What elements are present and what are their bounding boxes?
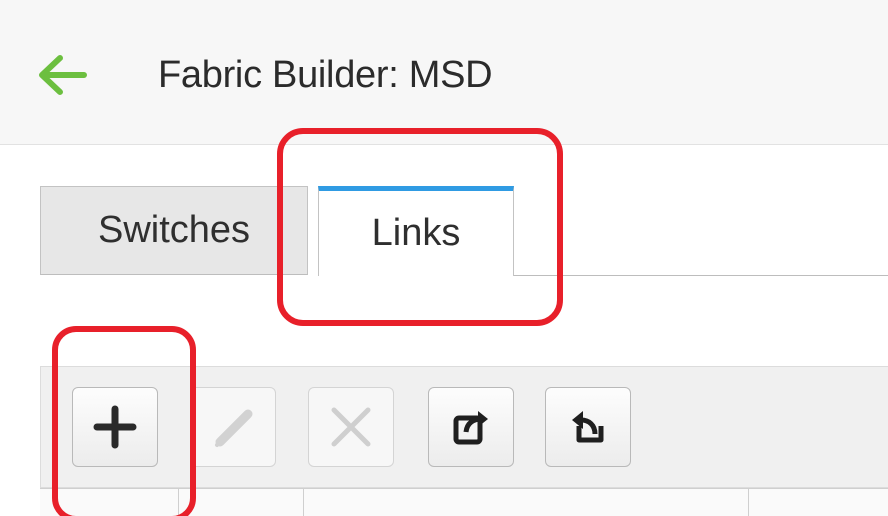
pencil-icon <box>215 409 253 447</box>
arrow-left-icon <box>39 55 87 95</box>
x-icon <box>331 407 371 447</box>
column-divider <box>178 488 179 516</box>
back-button[interactable] <box>34 52 90 98</box>
tab-bar-baseline <box>512 275 888 276</box>
plus-icon <box>93 405 137 449</box>
column-divider <box>748 488 749 516</box>
import-button[interactable] <box>545 387 631 467</box>
links-table-header <box>40 488 888 516</box>
tab-links[interactable]: Links <box>318 186 514 276</box>
tab-switches[interactable]: Switches <box>40 186 308 275</box>
import-icon <box>572 411 604 443</box>
edit-link-button[interactable] <box>190 387 276 467</box>
page-header: Fabric Builder: MSD <box>0 0 888 145</box>
fabric-builder-page: Fabric Builder: MSD Switches Links <box>0 0 888 516</box>
add-link-button[interactable] <box>72 387 158 467</box>
page-title: Fabric Builder: MSD <box>158 54 493 96</box>
export-button[interactable] <box>428 387 514 467</box>
delete-link-button[interactable] <box>308 387 394 467</box>
column-divider <box>303 488 304 516</box>
export-icon <box>453 411 488 445</box>
